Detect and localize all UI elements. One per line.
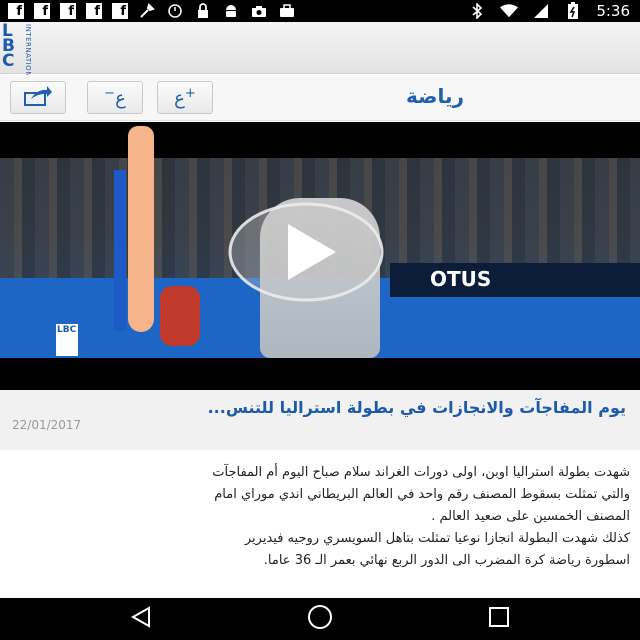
system-nav-bar — [0, 598, 640, 640]
android-icon — [222, 3, 240, 19]
article-header: يوم المفاجآت والانجازات في بطولة استرالي… — [0, 390, 640, 450]
share-icon — [23, 85, 53, 111]
recent-apps-button[interactable] — [484, 604, 514, 634]
overlay-bar-orange — [128, 126, 154, 332]
body-line: اسطورة رياضة كرة المضرب الى الدور الربع … — [263, 553, 630, 568]
facebook-icon: f — [34, 3, 50, 19]
lbc-logo[interactable]: LBC INTERNATIONAL — [2, 21, 44, 87]
body-line: شهدت بطولة استراليا اوبن، اولى دورات الغ… — [212, 465, 630, 480]
back-button[interactable] — [126, 604, 156, 634]
home-icon — [306, 603, 334, 635]
lock-icon — [194, 3, 212, 19]
body-line: كذلك شهدت البطولة انجازا نوعيا تمثلت بتا… — [244, 531, 630, 546]
article-toolbar: −ع ع+ رياضة — [0, 75, 640, 121]
briefcase-icon — [278, 3, 296, 19]
status-time: 5:36 — [596, 2, 630, 20]
article-date: 22/01/2017 — [12, 418, 82, 432]
facebook-icon: f — [112, 3, 128, 19]
recent-apps-icon — [487, 605, 511, 633]
battery-icon — [564, 2, 582, 19]
increase-font-button[interactable]: ع+ — [157, 81, 213, 114]
alarm-icon — [166, 3, 184, 19]
increase-font-label: ع+ — [174, 86, 196, 109]
channel-logo: LBC — [56, 324, 78, 356]
home-button[interactable] — [305, 604, 335, 634]
play-button[interactable] — [228, 202, 384, 306]
overlay-bar-blue — [114, 170, 126, 330]
facebook-icon: f — [8, 3, 24, 19]
decrease-font-button[interactable]: −ع — [87, 81, 143, 114]
notification-icons: f f f f f — [0, 3, 296, 19]
back-icon — [129, 605, 153, 633]
video-player[interactable]: OTUS LBC — [0, 122, 640, 390]
decrease-font-label: −ع — [104, 86, 126, 109]
section-title: رياضة — [406, 84, 464, 108]
facebook-icon: f — [60, 3, 76, 19]
status-bar: f f f f f 5:36 — [0, 0, 640, 22]
tools-icon — [138, 3, 156, 19]
article-title[interactable]: يوم المفاجآت والانجازات في بطولة استرالي… — [208, 398, 626, 417]
body-line: والتي تمثلت بسقوط المصنف رقم واحد في الع… — [214, 487, 630, 502]
wifi-icon — [500, 3, 519, 19]
bluetooth-icon — [468, 3, 486, 19]
camera-icon — [250, 3, 268, 19]
ad-board: OTUS — [390, 263, 640, 297]
player-figure-secondary — [160, 286, 200, 346]
body-line: المصنف الخمسين على صعيد العالم . — [431, 509, 630, 524]
app-header: LBC INTERNATIONAL — [0, 21, 640, 87]
facebook-icon: f — [86, 3, 102, 19]
system-status: 5:36 — [468, 0, 630, 22]
signal-icon — [532, 3, 550, 19]
share-button[interactable] — [10, 81, 66, 114]
logo-text: LBC — [2, 21, 15, 71]
play-icon — [228, 202, 384, 306]
article-body: شهدت بطولة استراليا اوبن، اولى دورات الغ… — [20, 462, 630, 572]
